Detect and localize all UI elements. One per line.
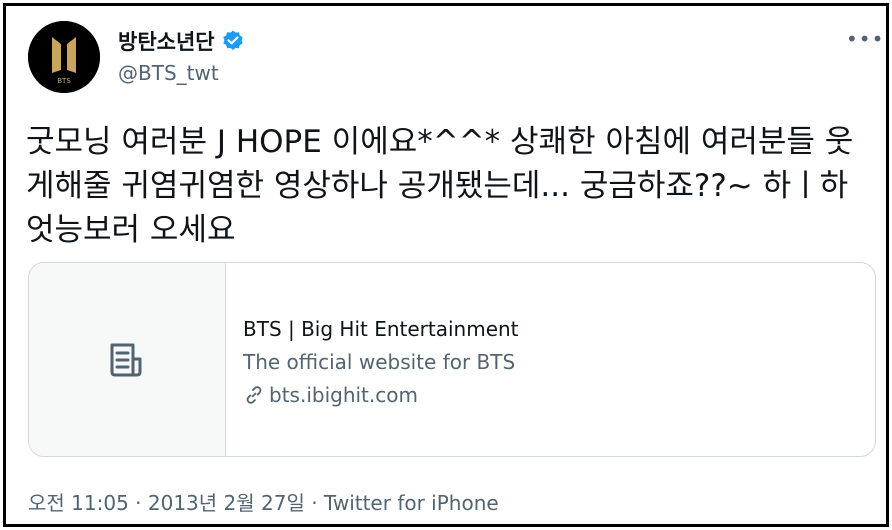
avatar-logo-text: BTS bbox=[57, 77, 71, 85]
link-card-domain[interactable]: bts.ibighit.com bbox=[269, 383, 418, 407]
link-icon bbox=[246, 386, 262, 404]
link-card-title: BTS | Big Hit Entertainment bbox=[243, 317, 519, 341]
more-options-icon[interactable]: ••• bbox=[846, 24, 883, 54]
tweet-text: 굿모닝 여러분 J HOPE 이에요*^^* 상쾌한 아침에 여러분들 웃게해줄… bbox=[26, 124, 854, 248]
avatar[interactable]: BTS bbox=[28, 21, 100, 93]
display-name[interactable]: 방탄소년단 bbox=[118, 26, 215, 56]
tweet-frame: BTS 방탄소년단 @BTS_twt ••• 굿모닝 여러분 J HOPE 이에… bbox=[3, 3, 889, 527]
more-options-label: ••• bbox=[846, 27, 885, 51]
document-icon bbox=[110, 343, 142, 377]
link-card-description: The official website for BTS bbox=[243, 350, 516, 374]
link-card-domain-row[interactable]: bts.ibighit.com bbox=[243, 383, 418, 407]
author-name-row[interactable]: 방탄소년단 bbox=[118, 26, 245, 56]
verified-badge-icon bbox=[222, 30, 243, 50]
link-card[interactable]: BTS | Big Hit Entertainment The official… bbox=[28, 262, 876, 457]
link-card-thumbnail bbox=[29, 263, 226, 456]
bts-logo: BTS bbox=[28, 21, 100, 93]
tweet-timestamp[interactable]: 오전 11:05 · 2013년 2월 27일 · Twitter for iP… bbox=[28, 487, 499, 516]
user-handle[interactable]: @BTS_twt bbox=[118, 61, 219, 85]
